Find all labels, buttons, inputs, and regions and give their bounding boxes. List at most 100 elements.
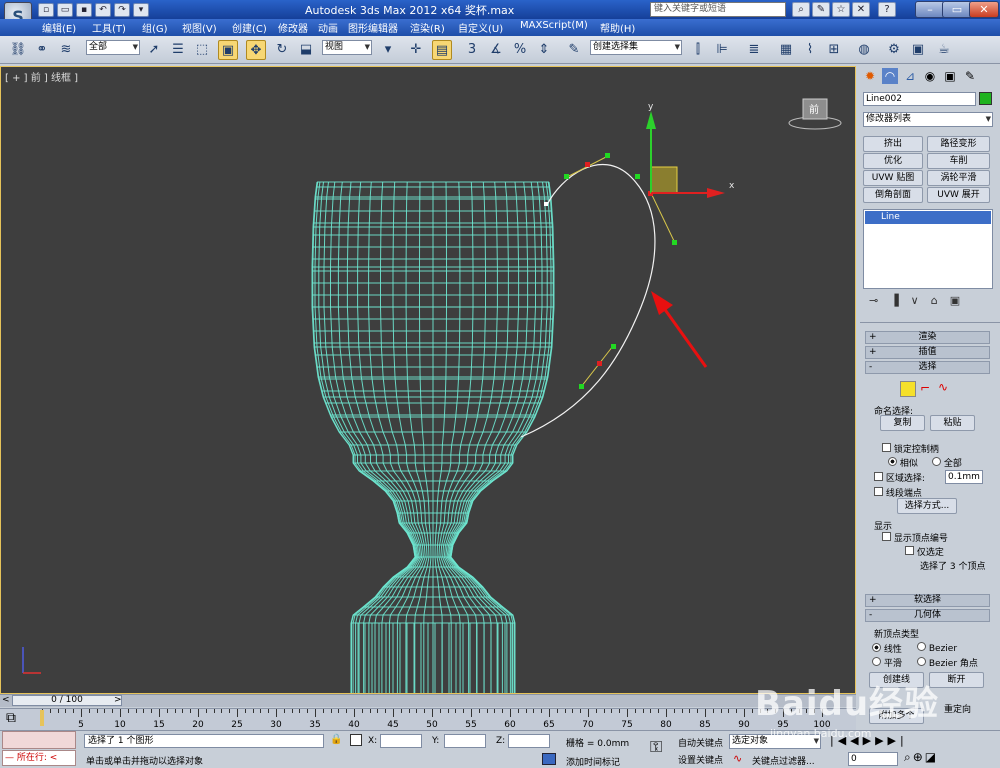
menu-animation[interactable]: 动画 [318, 20, 338, 35]
spinner-snap-icon[interactable]: ⇕ [534, 40, 554, 60]
key-filters-button[interactable]: 关键点过滤器... [752, 754, 815, 767]
open-file-icon[interactable]: ▭ [57, 2, 73, 17]
menu-edit[interactable]: 编辑(E) [42, 20, 76, 35]
maximize-button[interactable]: ▭ [942, 1, 972, 18]
time-tag-icon[interactable] [542, 753, 556, 765]
edit-named-sel-icon[interactable]: ✎ [564, 40, 584, 60]
y-coord-input[interactable] [444, 734, 486, 748]
object-name-input[interactable]: Line002 [863, 92, 976, 106]
align-icon[interactable]: ⊫ [712, 40, 732, 60]
viewport-front[interactable]: [ + ] 前 ] 线框 ] y x 前 [0, 66, 856, 694]
smooth-radio[interactable]: 平滑 [872, 656, 902, 669]
menu-create[interactable]: 创建(C) [232, 20, 267, 35]
modifier-list-dropdown[interactable]: 修改器列表 [863, 112, 993, 127]
bezier-radio[interactable]: Bezier [917, 642, 957, 654]
only-selected-checkbox[interactable]: 仅选定 [905, 545, 944, 558]
hierarchy-tab-icon[interactable]: ⊿ [902, 68, 918, 84]
menu-maxscript[interactable]: MAXScript(M) [520, 20, 588, 31]
z-coord-input[interactable] [508, 734, 550, 748]
time-slider[interactable]: 0 / 100 [12, 695, 122, 706]
select-by-name-icon[interactable]: ☰ [168, 40, 188, 60]
mod-optimize-button[interactable]: 优化 [863, 153, 923, 169]
render-frame-icon[interactable]: ▣ [908, 40, 928, 60]
add-time-tag-button[interactable]: 添加时间标记 [566, 755, 620, 768]
location-field[interactable]: — 所在行: < [2, 750, 76, 766]
link-icon[interactable]: ⛓ [8, 40, 28, 60]
scale-icon[interactable]: ⬓ [296, 40, 316, 60]
select-by-button[interactable]: 选择方式... [897, 498, 957, 514]
unlink-icon[interactable]: ⚭ [32, 40, 52, 60]
menu-views[interactable]: 视图(V) [182, 20, 217, 35]
menu-customize[interactable]: 自定义(U) [458, 20, 503, 35]
new-file-icon[interactable]: ▫ [38, 2, 54, 17]
copy-button[interactable]: 复制 [880, 415, 925, 431]
maxscript-listener[interactable] [2, 731, 76, 749]
window-crossing-icon[interactable]: ▣ [218, 40, 238, 60]
selection-filter-dropdown[interactable]: 全部 [86, 40, 140, 55]
save-file-icon[interactable]: ▪ [76, 2, 92, 17]
bind-space-warp-icon[interactable]: ≋ [56, 40, 76, 60]
menu-group[interactable]: 组(G) [142, 20, 168, 35]
rect-selection-icon[interactable]: ⬚ [192, 40, 212, 60]
lock-icon[interactable]: 🔒 [330, 734, 342, 745]
layer-manager-icon[interactable]: ≣ [744, 40, 764, 60]
lock-handles-checkbox[interactable]: 锁定控制柄 [882, 442, 939, 455]
tools-icon[interactable]: ✎ [812, 2, 830, 17]
snap-3-icon[interactable]: 3 [462, 40, 482, 60]
mod-extrude-button[interactable]: 挤出 [863, 136, 923, 152]
help-search-input[interactable]: 键入关键字或短语 [650, 2, 786, 17]
menu-modifiers[interactable]: 修改器 [278, 20, 308, 35]
linear-radio[interactable]: 线性 [872, 642, 902, 655]
bezier-corner-radio[interactable]: Bezier 角点 [917, 656, 978, 669]
mirror-icon[interactable]: ⫿ [688, 40, 708, 60]
vertex-mode-icon[interactable] [900, 381, 916, 397]
x-coord-input[interactable] [380, 734, 422, 748]
angle-snap-icon[interactable]: ∡ [486, 40, 506, 60]
keyboard-shortcut-icon[interactable]: ▤ [432, 40, 452, 60]
manipulate-icon[interactable]: ✛ [406, 40, 426, 60]
mod-turbosmooth-button[interactable]: 涡轮平滑 [927, 170, 990, 186]
track-bar[interactable]: 5 10 15 20 25 30 35 40 45 50 55 60 65 70 75 80 85 90 95 100 [0, 708, 856, 730]
favorites-icon[interactable]: ✕ [852, 2, 870, 17]
render-teapot-icon[interactable]: ☕ [934, 40, 954, 60]
mini-curve-editor-icon[interactable]: ⧉ [6, 710, 16, 726]
mod-unwrapuvw-button[interactable]: UVW 展开 [927, 187, 990, 203]
time-slider-track[interactable] [0, 694, 856, 707]
alike-radio[interactable]: 相似 [888, 456, 918, 469]
ref-coord-dropdown[interactable]: 视图 [322, 40, 372, 55]
move-icon[interactable]: ✥ [246, 40, 266, 60]
rollout-rendering[interactable]: + 渲染 [865, 331, 990, 344]
show-vertex-numbers-checkbox[interactable]: 显示顶点编号 [882, 531, 948, 544]
render-setup-icon[interactable]: ⚙ [884, 40, 904, 60]
reorient-checkbox[interactable]: 重定向 [944, 702, 971, 715]
spline-mode-icon[interactable]: ∿ [938, 380, 948, 394]
create-tab-icon[interactable]: ✹ [862, 68, 878, 84]
close-button[interactable]: ✕ [969, 1, 999, 18]
material-editor-icon[interactable]: ◍ [854, 40, 874, 60]
menu-rendering[interactable]: 渲染(R) [410, 20, 445, 35]
slider-right-arrow[interactable]: > [114, 695, 122, 705]
percent-snap-icon[interactable]: % [510, 40, 530, 60]
absolute-mode-icon[interactable] [350, 734, 362, 746]
menu-graph-editors[interactable]: 图形编辑器 [348, 20, 398, 35]
segment-mode-icon[interactable]: ⌐ [920, 381, 930, 395]
modify-tab-icon[interactable]: ◠ [882, 68, 898, 84]
set-key-button[interactable]: 设置关键点 [678, 753, 723, 766]
schematic-view-icon[interactable]: ⊞ [824, 40, 844, 60]
utilities-tab-icon[interactable]: ✎ [962, 68, 978, 84]
area-value-input[interactable]: 0.1mm [945, 470, 983, 484]
set-key-icon[interactable]: ⚿ [650, 737, 662, 757]
search-icon[interactable]: ⌕ [792, 2, 810, 17]
slider-left-arrow[interactable]: < [2, 695, 10, 705]
rotate-icon[interactable]: ↻ [272, 40, 292, 60]
current-frame-input[interactable]: 0 [848, 752, 898, 766]
curve-editor-icon[interactable]: ⌇ [800, 40, 820, 60]
mod-pathdeform-button[interactable]: 路径变形 [927, 136, 990, 152]
mod-uvwmap-button[interactable]: UVW 贴图 [863, 170, 923, 186]
mod-lathe-button[interactable]: 车削 [927, 153, 990, 169]
stack-item-line[interactable]: Line [865, 211, 991, 224]
rollout-soft-selection[interactable]: + 软选择 [865, 594, 990, 607]
all-radio[interactable]: 全部 [932, 456, 962, 469]
ribbon-icon[interactable]: ▦ [776, 40, 796, 60]
viewport-nav-icons[interactable]: ⌕⊕◪ [904, 750, 938, 765]
